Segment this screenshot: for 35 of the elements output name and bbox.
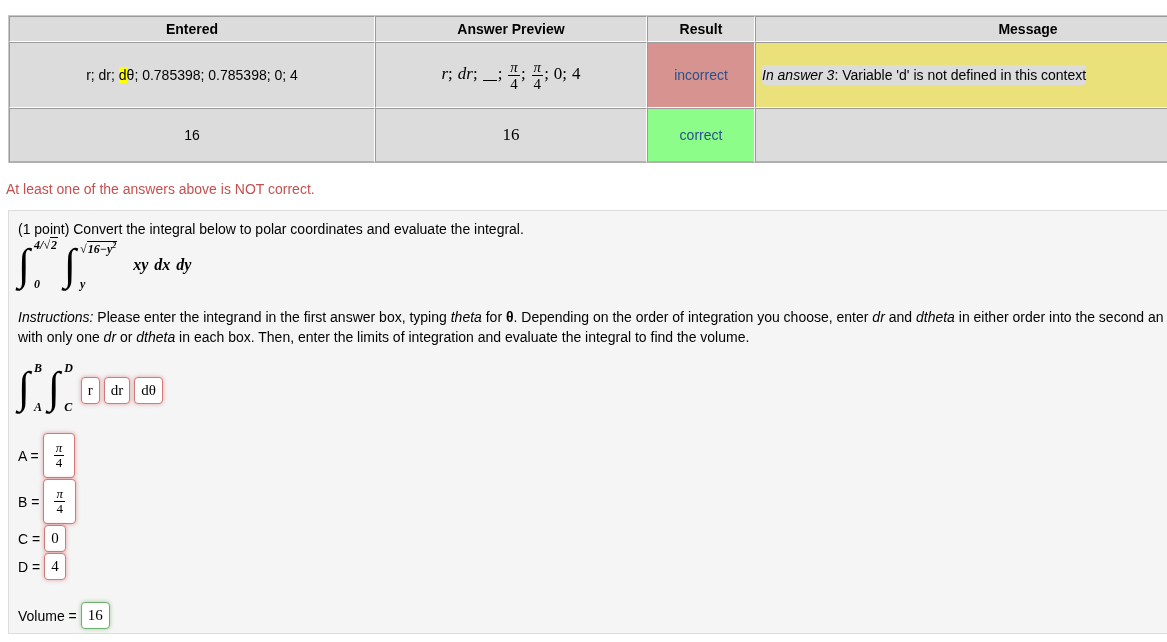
answer-box[interactable]: π 4 — [43, 479, 76, 524]
answer-box[interactable]: dr — [103, 376, 131, 404]
upper-limit: 4/√2 — [34, 239, 58, 252]
upper-limit: D — [64, 362, 73, 375]
lower-limit: y — [80, 278, 86, 291]
field-label: A = — [18, 447, 39, 464]
table-cell: correct — [647, 108, 755, 163]
answer-box[interactable]: 4 — [44, 553, 66, 580]
table-cell: 16 — [375, 108, 647, 163]
lower-limit: 0 — [34, 278, 41, 291]
answer-box[interactable]: r — [80, 376, 100, 404]
integrand: xy dx dy — [133, 256, 192, 274]
upper-limit: √16−y$^{2}$ — [80, 240, 118, 256]
lower-limit: A — [34, 401, 43, 414]
feedback-message: At least one of the answers above is NOT correct. — [6, 181, 315, 197]
instructions-text: Instructions: Please enter the integrand in the first answer box, typing theta for θ. Depending on the order of integration you choose, enter dr and dtheta in either order into the second an with only one dr or dtheta in each box. Then, enter the limits of integration and evaluate the integral to find the volume. — [18, 308, 1165, 347]
field-label: B = — [18, 493, 40, 510]
table-cell: 16 — [9, 108, 375, 163]
column-header: Result — [647, 16, 755, 42]
message-text: In answer 3: Variable 'd' is not defined in this context — [762, 65, 1087, 85]
answer-box[interactable]: 0 — [44, 525, 66, 552]
answer-box[interactable]: 16 — [80, 602, 110, 629]
table-cell: r; dr; dθ; 0.785398; 0.785398; 0; 4 — [9, 42, 375, 108]
field-label: C = — [18, 530, 41, 547]
column-header: Entered — [9, 16, 375, 42]
column-header: Message — [755, 16, 1167, 42]
table-cell: incorrect — [647, 42, 755, 108]
lower-limit: C — [64, 401, 73, 414]
column-header: Answer Preview — [375, 16, 647, 42]
field-label: D = — [18, 558, 41, 575]
answer-box[interactable]: π 4 — [42, 433, 76, 478]
upper-limit: B — [34, 362, 43, 375]
problem-statement: (1 point) Convert the integral below to polar coordinates and evaluate the integral. — [18, 221, 524, 237]
field-label: Volume = — [18, 607, 77, 624]
answer-box[interactable]: dθ — [134, 376, 163, 404]
